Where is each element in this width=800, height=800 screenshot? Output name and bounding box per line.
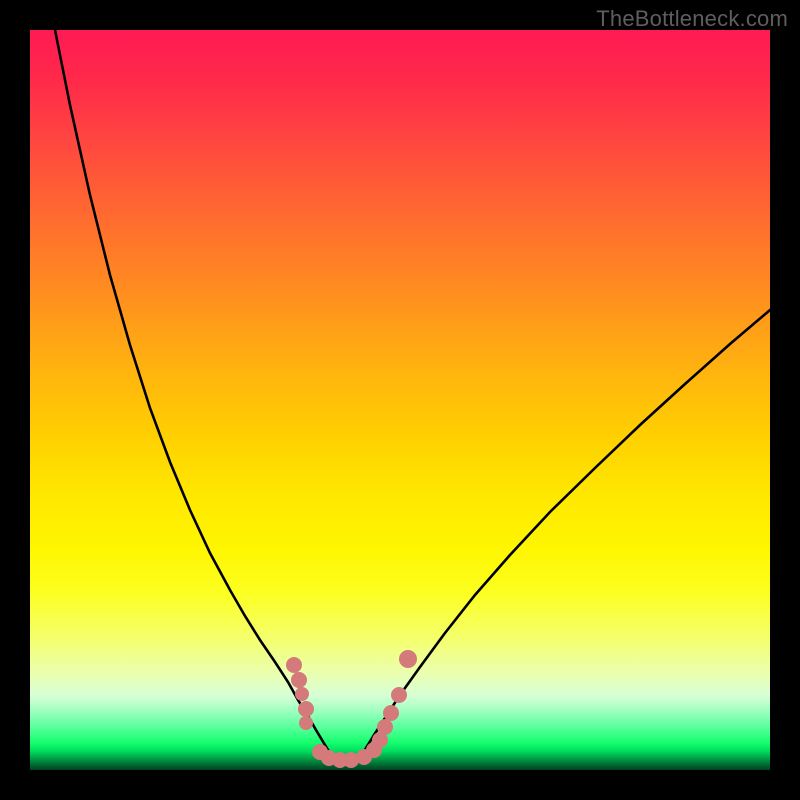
data-marker	[391, 687, 407, 703]
curve-right	[360, 310, 770, 758]
curve-left	[55, 30, 332, 758]
data-marker	[295, 687, 309, 701]
data-marker	[299, 716, 313, 730]
data-marker	[298, 701, 314, 717]
data-marker	[291, 672, 307, 688]
data-markers	[286, 650, 417, 768]
curve-layer	[30, 30, 770, 770]
watermark-text: TheBottleneck.com	[596, 6, 788, 32]
data-marker	[377, 719, 393, 735]
data-marker	[399, 650, 417, 668]
data-marker	[286, 657, 302, 673]
chart-frame: TheBottleneck.com	[0, 0, 800, 800]
plot-area	[30, 30, 770, 770]
data-marker	[383, 705, 399, 721]
